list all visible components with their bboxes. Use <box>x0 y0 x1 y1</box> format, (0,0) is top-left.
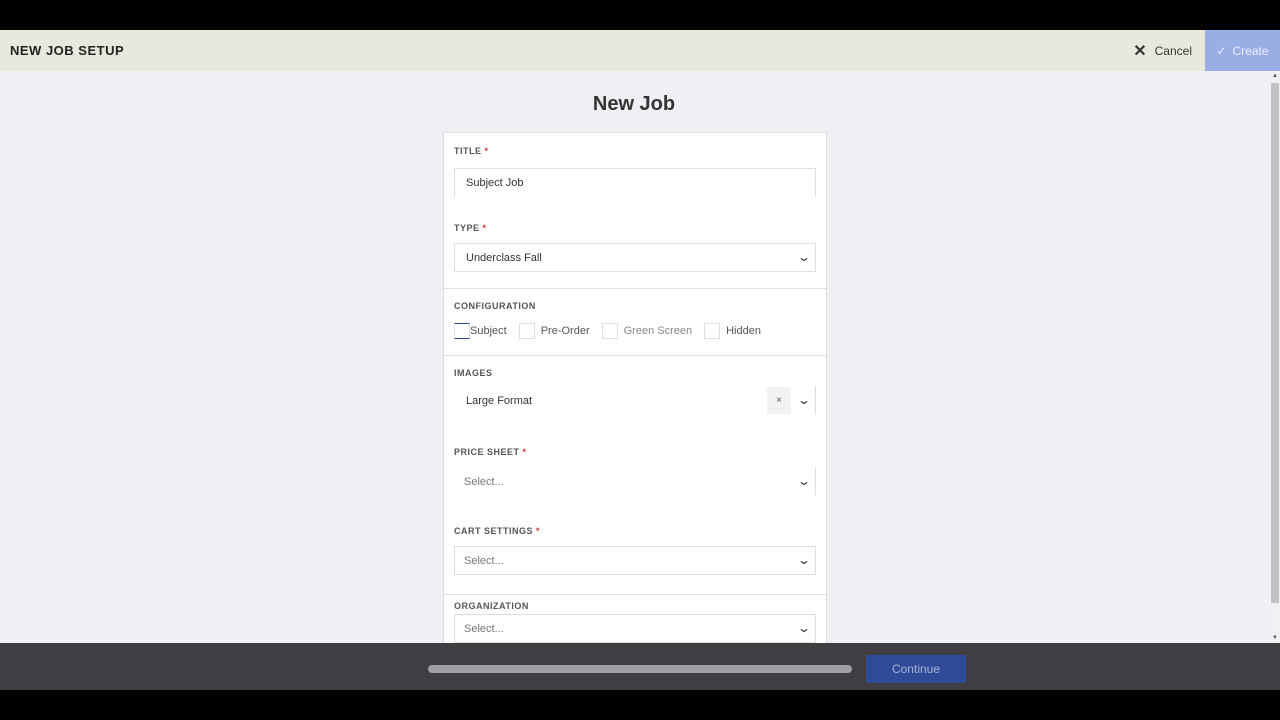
footer-bar: Continue <box>0 643 1280 690</box>
checkbox-hidden[interactable]: Hidden <box>704 323 761 339</box>
checkbox-label: Pre-Order <box>540 325 590 337</box>
title-value: Subject Job <box>466 177 524 189</box>
check-icon: ✓ <box>1216 43 1227 58</box>
header-title: NEW JOB SETUP <box>10 43 125 58</box>
cart-settings-label: CART SETTINGS <box>454 526 534 536</box>
chevron-down-icon: ⌄ <box>796 393 812 407</box>
checkbox-box[interactable] <box>518 323 535 339</box>
type-select[interactable]: Underclass Fall ⌄ <box>454 243 816 272</box>
configuration-label: CONFIGURATION <box>454 301 536 311</box>
required-mark: * <box>522 447 527 457</box>
scrollbar[interactable]: ▲ ▼ <box>1270 71 1280 643</box>
top-black-bar <box>0 0 1280 30</box>
continue-button[interactable]: Continue <box>866 655 966 683</box>
cancel-button[interactable]: ✕ Cancel <box>1133 30 1192 71</box>
images-label: IMAGES <box>454 368 493 378</box>
organization-placeholder: Select... <box>464 622 504 635</box>
scroll-up-icon[interactable]: ▲ <box>1272 73 1278 79</box>
price-sheet-placeholder: Select... <box>464 475 504 488</box>
checkbox-box[interactable] <box>704 323 721 339</box>
checkbox-label: Hidden <box>726 325 761 337</box>
create-label: Create <box>1232 43 1269 58</box>
checkbox-pre-order[interactable]: Pre-Order <box>518 323 590 339</box>
images-select[interactable]: Large Format × ⌄ <box>454 386 816 415</box>
required-mark: * <box>482 223 487 233</box>
chevron-down-icon: ⌄ <box>796 250 812 264</box>
main-content: New Job TITLE * Subject Job TYPE * Under… <box>0 71 1270 643</box>
create-button[interactable]: ✓ Create <box>1205 30 1280 71</box>
header-bar: NEW JOB SETUP ✕ Cancel ✓ Create <box>0 30 1280 71</box>
type-value: Underclass Fall <box>466 251 542 264</box>
checkbox-box[interactable] <box>601 323 618 339</box>
checkbox-green-screen[interactable]: Green Screen <box>601 323 693 339</box>
bottom-black-bar <box>0 690 1280 720</box>
required-mark: * <box>536 526 541 536</box>
title-label: TITLE <box>454 146 482 156</box>
cancel-label: Cancel <box>1154 43 1192 58</box>
checkbox-label: Subject <box>470 325 507 337</box>
chevron-down-icon: ⌄ <box>796 621 812 635</box>
title-input[interactable]: Subject Job <box>454 168 816 197</box>
checkbox-box[interactable] <box>454 323 470 339</box>
type-label: TYPE <box>454 223 480 233</box>
chevron-down-icon: ⌄ <box>796 474 812 488</box>
clear-icon[interactable]: × <box>767 387 791 414</box>
scroll-down-icon[interactable]: ▼ <box>1272 635 1278 641</box>
organization-label: ORGANIZATION <box>454 601 529 611</box>
progress-bar <box>428 665 852 673</box>
cart-settings-select[interactable]: Select... ⌄ <box>454 546 816 575</box>
cart-settings-placeholder: Select... <box>464 554 504 567</box>
chevron-down-icon: ⌄ <box>796 553 812 567</box>
job-form: TITLE * Subject Job TYPE * Underclass Fa… <box>443 132 827 643</box>
checkbox-label: Green Screen <box>623 325 693 337</box>
checkbox-subject[interactable]: Subject <box>454 323 507 339</box>
close-icon: ✕ <box>1133 42 1147 60</box>
price-sheet-label: PRICE SHEET <box>454 447 520 457</box>
required-mark: * <box>484 146 489 156</box>
price-sheet-select[interactable]: Select... ⌄ <box>454 467 816 496</box>
images-value: Large Format <box>466 394 533 407</box>
organization-select[interactable]: Select... ⌄ <box>454 614 816 643</box>
page-title: New Job <box>592 93 676 115</box>
scrollbar-thumb[interactable] <box>1271 83 1279 603</box>
